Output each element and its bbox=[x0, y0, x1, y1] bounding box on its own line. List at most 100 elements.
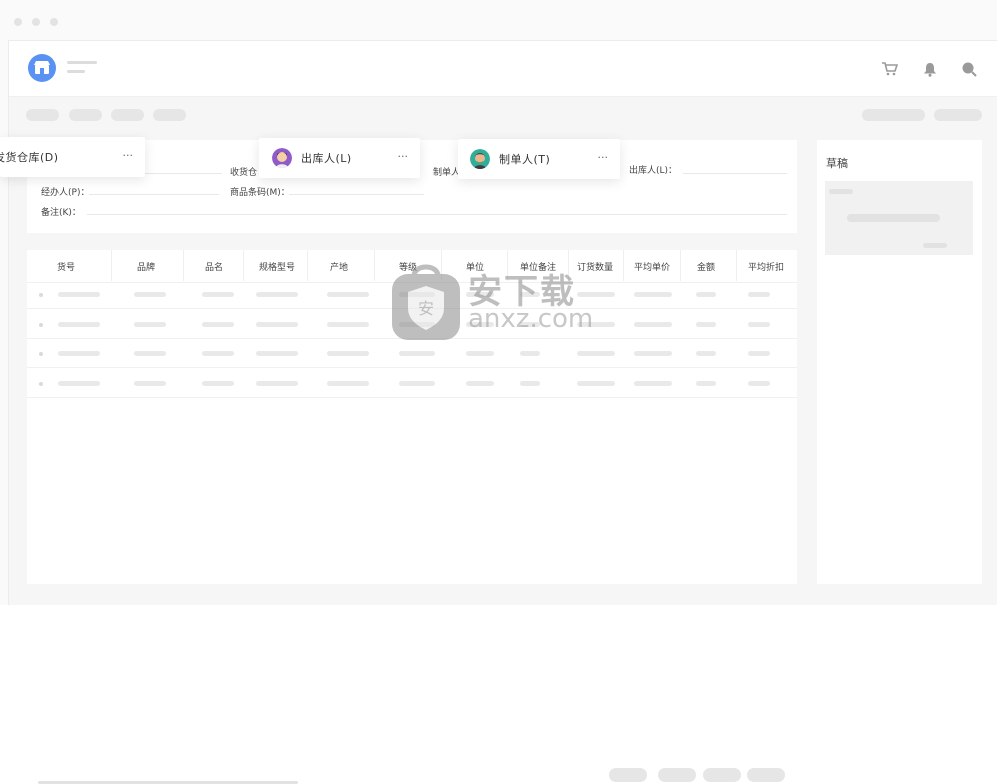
table-cell-placeholder bbox=[58, 380, 100, 386]
table-cell-placeholder bbox=[327, 380, 369, 386]
outbound-person-input[interactable] bbox=[683, 173, 787, 174]
table-cell-placeholder bbox=[696, 351, 716, 356]
table-cell-placeholder bbox=[634, 321, 672, 327]
table-cell-placeholder bbox=[134, 292, 166, 297]
table-cell-placeholder bbox=[256, 380, 298, 386]
column-header[interactable]: 金额 bbox=[697, 260, 715, 273]
table-cell-placeholder bbox=[327, 292, 369, 297]
floating-card-label: 出库人(L) bbox=[301, 152, 352, 165]
window-minimize-button[interactable] bbox=[32, 18, 40, 26]
app-window: 收货仓 制单人 出库人(L)： 经办人(P)： 商品条码(M)： 备注(K)： … bbox=[0, 0, 997, 784]
table-cell-placeholder bbox=[256, 351, 298, 356]
more-options-icon[interactable]: ··· bbox=[598, 151, 609, 164]
column-header[interactable]: 平均折扣 bbox=[748, 260, 784, 273]
table-cell-placeholder bbox=[520, 351, 540, 356]
table-cell-placeholder bbox=[634, 351, 672, 356]
row-select-dot[interactable] bbox=[39, 381, 43, 386]
table-cell-placeholder bbox=[748, 292, 770, 297]
floating-card-maker[interactable]: 制单人(T) ··· bbox=[458, 139, 620, 179]
table-cell-placeholder bbox=[134, 380, 166, 386]
table-cell-placeholder bbox=[399, 380, 435, 386]
column-header[interactable]: 规格型号 bbox=[259, 260, 295, 273]
toolbar-tab[interactable] bbox=[26, 109, 59, 121]
table-cell-placeholder bbox=[327, 321, 369, 327]
toolbar-action-button[interactable] bbox=[934, 109, 982, 121]
table-cell-placeholder bbox=[748, 351, 770, 356]
pagination-button[interactable] bbox=[703, 768, 741, 782]
remark-label: 备注(K)： bbox=[41, 208, 81, 218]
watermark: 安 安下载 anxz.com bbox=[390, 262, 610, 342]
row-select-dot[interactable] bbox=[39, 322, 43, 327]
table-cell-placeholder bbox=[134, 321, 166, 327]
window-controls bbox=[14, 18, 58, 26]
row-divider bbox=[27, 367, 797, 368]
column-divider bbox=[623, 250, 624, 281]
toolbar-tab[interactable] bbox=[153, 109, 186, 121]
table-cell-placeholder bbox=[634, 380, 672, 386]
draft-item-line bbox=[847, 214, 940, 222]
barcode-input[interactable] bbox=[289, 194, 424, 195]
table-cell-placeholder bbox=[202, 321, 234, 327]
more-options-icon[interactable]: ··· bbox=[123, 149, 134, 162]
cart-icon[interactable] bbox=[881, 60, 899, 78]
outbound-person-label: 出库人(L)： bbox=[629, 166, 678, 176]
column-header[interactable]: 品牌 bbox=[137, 260, 155, 273]
remark-input[interactable] bbox=[87, 214, 787, 215]
table-cell-placeholder bbox=[466, 380, 494, 386]
app-header bbox=[9, 41, 997, 97]
more-options-icon[interactable]: ··· bbox=[398, 150, 409, 163]
table-cell-placeholder bbox=[58, 321, 100, 327]
toolbar-tab[interactable] bbox=[111, 109, 144, 121]
pagination-button[interactable] bbox=[747, 768, 785, 782]
table-cell-placeholder bbox=[577, 380, 615, 386]
handler-label: 经办人(P)： bbox=[41, 188, 90, 198]
draft-title: 草稿 bbox=[826, 157, 848, 170]
row-divider bbox=[27, 396, 797, 398]
toolbar-tab[interactable] bbox=[69, 109, 102, 121]
table-cell-placeholder bbox=[202, 292, 234, 297]
window-maximize-button[interactable] bbox=[50, 18, 58, 26]
search-icon[interactable] bbox=[960, 60, 978, 78]
column-divider bbox=[736, 250, 737, 281]
table-cell-placeholder bbox=[399, 351, 435, 356]
store-logo-icon[interactable] bbox=[28, 54, 56, 82]
bell-icon[interactable] bbox=[921, 60, 939, 78]
column-divider bbox=[374, 250, 375, 281]
app-name-placeholder bbox=[67, 61, 97, 79]
column-header[interactable]: 货号 bbox=[57, 260, 75, 273]
column-header[interactable]: 品名 bbox=[205, 260, 223, 273]
pagination-button[interactable] bbox=[658, 768, 696, 782]
column-divider bbox=[243, 250, 244, 281]
row-select-dot[interactable] bbox=[39, 352, 43, 356]
table-cell-placeholder bbox=[58, 351, 100, 356]
window-close-button[interactable] bbox=[14, 18, 22, 26]
column-header[interactable]: 平均单价 bbox=[634, 260, 670, 273]
row-select-dot[interactable] bbox=[39, 293, 43, 297]
male-avatar bbox=[470, 149, 490, 169]
column-divider bbox=[680, 250, 681, 281]
table-cell-placeholder bbox=[696, 292, 716, 297]
pagination-button[interactable] bbox=[609, 768, 647, 782]
svg-text:安: 安 bbox=[418, 299, 434, 318]
female-avatar bbox=[272, 148, 292, 168]
table-cell-placeholder bbox=[520, 380, 540, 386]
table-cell-placeholder bbox=[327, 351, 369, 356]
handler-input[interactable] bbox=[89, 194, 219, 195]
barcode-label: 商品条码(M)： bbox=[230, 188, 290, 198]
floating-card-label: 发货仓库(D) bbox=[0, 151, 59, 164]
draft-item-line bbox=[829, 189, 853, 194]
floating-card-label: 制单人(T) bbox=[499, 153, 551, 166]
draft-item[interactable] bbox=[825, 181, 973, 255]
floating-card-warehouse[interactable]: 发货仓库(D) ··· bbox=[0, 137, 145, 177]
table-cell-placeholder bbox=[256, 292, 298, 297]
floating-card-outbound[interactable]: 出库人(L) ··· bbox=[259, 138, 420, 178]
column-header[interactable]: 产地 bbox=[330, 260, 348, 273]
table-cell-placeholder bbox=[466, 351, 494, 356]
table-cell-placeholder bbox=[202, 351, 234, 356]
maker-label: 制单人 bbox=[433, 168, 461, 178]
toolbar-action-button[interactable] bbox=[862, 109, 925, 121]
watermark-en: anxz.com bbox=[468, 304, 594, 334]
table-cell-placeholder bbox=[134, 351, 166, 356]
column-divider bbox=[307, 250, 308, 281]
shield-bag-icon: 安 bbox=[392, 264, 460, 340]
